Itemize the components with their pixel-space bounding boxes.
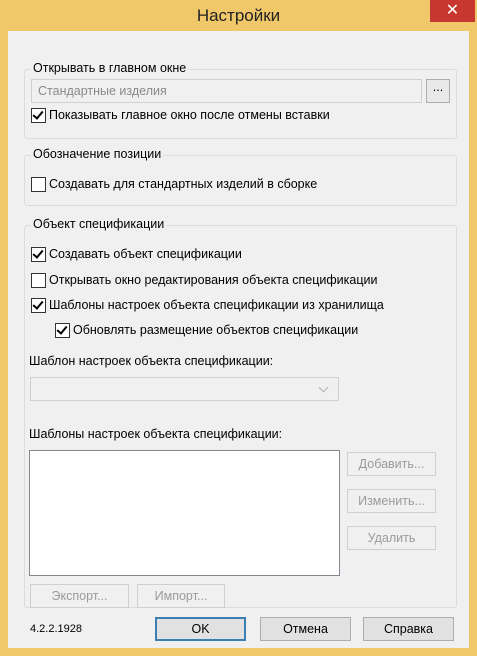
dialog-client-area: Открывать в главном окне Стандартные изд… — [8, 31, 469, 648]
title-bar[interactable]: Настройки ✕ — [0, 0, 477, 31]
edit-template-button-label: Изменить... — [358, 494, 425, 508]
main-window-group-legend: Открывать в главном окне — [31, 61, 189, 75]
delete-template-button[interactable]: Удалить — [347, 526, 436, 550]
ok-button-label: OK — [191, 622, 210, 636]
position-group: Обозначение позиции Создавать для станда… — [24, 147, 457, 206]
ok-button[interactable]: OK — [155, 617, 246, 641]
create-spec-object-checkbox[interactable] — [31, 247, 46, 262]
chevron-down-icon — [318, 382, 329, 393]
create-for-std-label: Создавать для стандартных изделий в сбор… — [49, 177, 318, 191]
main-window-group: Открывать в главном окне Стандартные изд… — [24, 61, 457, 139]
window-title: Настройки — [196, 6, 281, 25]
edit-template-button[interactable]: Изменить... — [347, 489, 436, 513]
cancel-button-label: Отмена — [283, 622, 328, 636]
create-spec-object-label: Создавать объект спецификации — [49, 247, 242, 261]
spec-group-legend: Объект спецификации — [31, 217, 167, 231]
import-button-label: Импорт... — [154, 589, 208, 603]
browse-button-label: ... — [432, 80, 444, 94]
import-button[interactable]: Импорт... — [137, 584, 225, 608]
main-window-path-field: Стандартные изделия — [31, 79, 422, 103]
create-for-std-checkbox[interactable] — [31, 177, 46, 192]
export-button[interactable]: Экспорт... — [30, 584, 129, 608]
delete-template-button-label: Удалить — [367, 531, 416, 545]
open-edit-window-label: Открывать окно редактирования объекта сп… — [49, 273, 378, 287]
version-label: 4.2.2.1928 — [30, 623, 82, 635]
template-select-label: Шаблон настроек объекта спецификации: — [29, 354, 274, 368]
templates-from-storage-label: Шаблоны настроек объекта спецификации из… — [49, 298, 384, 312]
cancel-button[interactable]: Отмена — [260, 617, 351, 641]
settings-dialog: Настройки ✕ Открывать в главном окне Ста… — [0, 0, 477, 656]
export-button-label: Экспорт... — [51, 589, 108, 603]
browse-button[interactable]: ... — [426, 79, 450, 103]
update-placement-checkbox[interactable] — [55, 323, 70, 338]
main-window-path-value: Стандартные изделия — [38, 84, 167, 98]
open-edit-window-checkbox[interactable] — [31, 273, 46, 288]
spec-group: Объект спецификации Создавать объект спе… — [24, 217, 457, 608]
close-button[interactable]: ✕ — [430, 0, 475, 22]
show-after-cancel-checkbox[interactable] — [31, 108, 46, 123]
update-placement-label: Обновлять размещение объектов спецификац… — [73, 323, 359, 337]
position-group-legend: Обозначение позиции — [31, 147, 164, 161]
add-template-button-label: Добавить... — [358, 457, 425, 471]
close-icon: ✕ — [445, 2, 460, 19]
add-template-button[interactable]: Добавить... — [347, 452, 436, 476]
template-select[interactable] — [30, 377, 339, 401]
show-after-cancel-label: Показывать главное окно после отмены вст… — [49, 108, 330, 122]
templates-listbox[interactable] — [29, 450, 340, 576]
help-button[interactable]: Справка — [363, 617, 454, 641]
templates-list-label: Шаблоны настроек объекта спецификации: — [29, 427, 283, 441]
templates-from-storage-checkbox[interactable] — [31, 298, 46, 313]
help-button-label: Справка — [383, 622, 434, 636]
